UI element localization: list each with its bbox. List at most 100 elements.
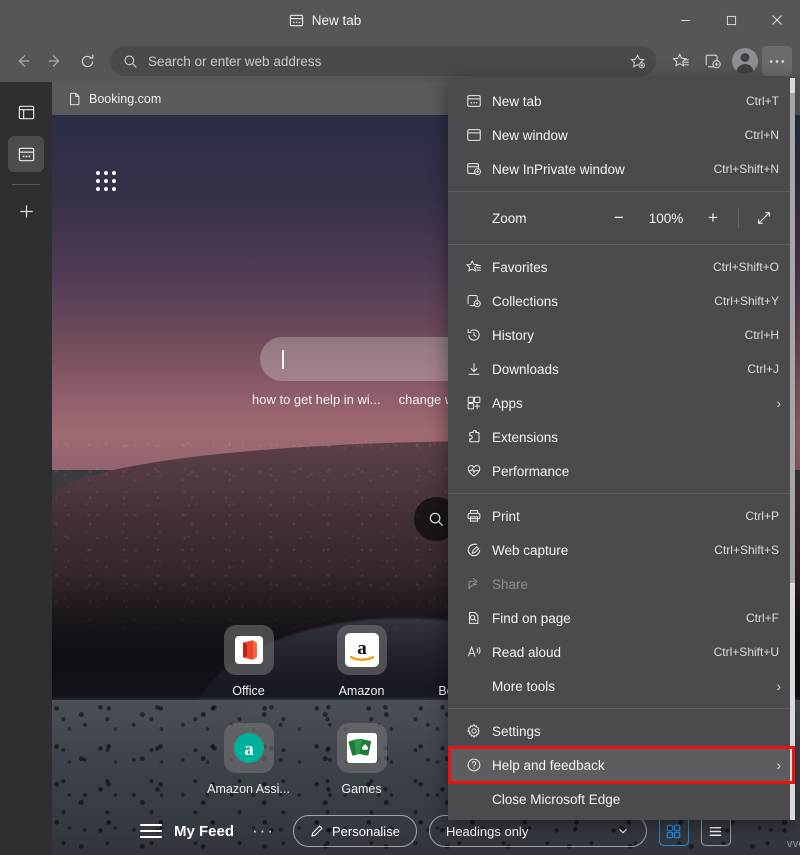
address-input[interactable]: Search or enter web address [148, 54, 619, 69]
menu-item-label: Settings [492, 723, 541, 739]
list-view-icon[interactable] [700, 816, 731, 846]
search-suggestion-0[interactable]: how to get help in wi... [252, 392, 381, 407]
pencil-icon [310, 824, 324, 838]
tab-title: New tab [311, 12, 362, 28]
downloads-icon [466, 361, 492, 377]
print-icon [466, 508, 492, 524]
new-tab-page-icon [17, 145, 36, 164]
menu-item-accelerator: Ctrl+P [745, 509, 779, 523]
menu-item-label: Web capture [492, 542, 569, 558]
tab-strip: New tab [0, 0, 650, 40]
hamburger-icon[interactable] [140, 824, 162, 838]
menu-divider [448, 493, 795, 494]
menu-item-accelerator: Ctrl+Shift+S [714, 543, 779, 557]
feed-layout-value: Headings only [445, 823, 529, 839]
menu-item-downloads[interactable]: Downloads Ctrl+J [448, 352, 795, 386]
menu-item-label: More tools [492, 678, 556, 694]
forward-arrow-icon[interactable] [40, 46, 70, 76]
menu-item-print[interactable]: Print Ctrl+P [448, 499, 795, 533]
menu-item-new-window[interactable]: New window Ctrl+N [448, 118, 795, 152]
favorite-add-icon[interactable] [629, 53, 646, 70]
apps-icon [466, 395, 492, 411]
menu-divider [448, 708, 795, 709]
new-window-icon [466, 127, 492, 143]
menu-item-label: Find on page [492, 610, 571, 626]
menu-item-accelerator: Ctrl+Shift+U [713, 645, 779, 659]
menu-item-accelerator: Ctrl+J [747, 362, 779, 376]
shortcut-label: Games [341, 782, 382, 796]
menu-divider [448, 191, 795, 192]
sidebar-item-tab-actions[interactable] [8, 94, 44, 130]
shortcut-tile-amazon[interactable]: a Amazon [305, 625, 418, 723]
chevron-right-icon: › [776, 395, 782, 411]
menu-item-label: Help and feedback [492, 757, 605, 773]
menu-item-performance[interactable]: Performance [448, 454, 795, 488]
menu-item-settings[interactable]: Settings [448, 714, 795, 748]
menu-item-read-aloud[interactable]: Read aloud Ctrl+Shift+U [448, 635, 795, 669]
shortcut-label: Amazon [338, 684, 385, 698]
shortcut-label: Amazon Assi... [207, 782, 290, 796]
menu-item-help-and-feedback[interactable]: Help and feedback › [448, 748, 795, 782]
menu-item-history[interactable]: History Ctrl+H [448, 318, 795, 352]
menu-item-accelerator: Ctrl+Shift+Y [714, 294, 779, 308]
chevron-down-icon [616, 824, 630, 838]
menu-item-label: New tab [492, 93, 542, 109]
vertical-tab-sidebar [0, 82, 52, 855]
address-bar[interactable]: Search or enter web address [110, 46, 656, 76]
personalise-label: Personalise [332, 823, 400, 839]
zoom-out-button[interactable]: − [602, 203, 636, 233]
close-button[interactable] [754, 0, 800, 40]
menu-item-label: Close Microsoft Edge [492, 791, 621, 807]
grid-view-icon[interactable] [658, 816, 689, 846]
svg-text:a: a [244, 739, 254, 760]
feed-more-button[interactable]: ··· [246, 821, 281, 841]
maximize-button[interactable] [708, 0, 754, 40]
menu-item-find-on-page[interactable]: Find on page Ctrl+F [448, 601, 795, 635]
profile-avatar[interactable] [730, 46, 760, 76]
avatar [732, 48, 758, 74]
favorites-bar-item-booking[interactable]: Booking.com [62, 89, 167, 109]
browser-tab-new-tab[interactable]: New tab [277, 4, 374, 36]
grid-dots-icon[interactable] [96, 171, 118, 193]
menu-zoom-row: Zoom − 100% + [448, 197, 795, 239]
amazon-assistant-icon: a [223, 723, 274, 773]
office-icon [223, 625, 274, 675]
shortcut-tile-office[interactable]: Office [192, 625, 305, 723]
settings-and-more-button[interactable] [762, 46, 792, 76]
menu-item-new-inprivate-window[interactable]: New InPrivate window Ctrl+Shift+N [448, 152, 795, 186]
personalise-button[interactable]: Personalise [293, 815, 417, 847]
watermark: vvcvdn.com [786, 838, 800, 850]
performance-icon [466, 463, 492, 479]
menu-item-collections[interactable]: Collections Ctrl+Shift+Y [448, 284, 795, 318]
menu-item-label: New InPrivate window [492, 161, 625, 177]
menu-item-label: Extensions [492, 429, 559, 445]
menu-item-label: Share [492, 576, 529, 592]
browser-window: New tab Search or enter web address Book… [0, 0, 800, 855]
share-icon [466, 576, 492, 592]
history-icon [466, 327, 492, 343]
menu-item-new-tab[interactable]: New tab Ctrl+T [448, 84, 795, 118]
collections-icon[interactable] [698, 46, 728, 76]
menu-item-label: History [492, 327, 535, 343]
zoom-in-button[interactable]: + [696, 203, 730, 233]
menu-item-extensions[interactable]: Extensions [448, 420, 795, 454]
sidebar-item-add-tab[interactable] [8, 193, 44, 229]
menu-divider [448, 244, 795, 245]
back-arrow-icon[interactable] [8, 46, 38, 76]
menu-item-label: Read aloud [492, 644, 562, 660]
menu-item-share: Share [448, 567, 795, 601]
menu-item-web-capture[interactable]: Web capture Ctrl+Shift+S [448, 533, 795, 567]
menu-item-favorites[interactable]: Favorites Ctrl+Shift+O [448, 250, 795, 284]
plus-icon [17, 202, 36, 221]
refresh-icon[interactable] [72, 46, 102, 76]
minimize-button[interactable] [662, 0, 708, 40]
menu-item-more-tools[interactable]: More tools › [448, 669, 795, 703]
read-aloud-icon [466, 644, 492, 660]
favorites-icon[interactable] [666, 46, 696, 76]
sidebar-item-new-tab-page[interactable] [8, 136, 44, 172]
text-caret [282, 349, 284, 369]
menu-item-close-microsoft-edge[interactable]: Close Microsoft Edge [448, 782, 795, 816]
menu-item-apps[interactable]: Apps › [448, 386, 795, 420]
zoom-controls: − 100% + [602, 203, 781, 233]
fullscreen-icon[interactable] [747, 203, 781, 233]
